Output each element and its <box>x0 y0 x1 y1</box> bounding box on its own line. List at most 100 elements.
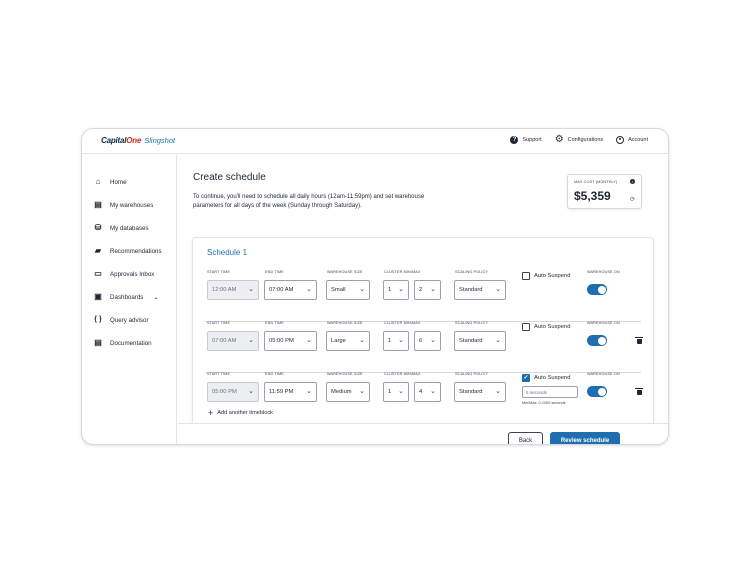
end-time-value: 11:59 PM <box>269 389 294 395</box>
brand[interactable]: CapitalOne Slingshot <box>101 136 175 145</box>
warehouse-size-value: Small <box>331 287 346 293</box>
cluster-max-select[interactable]: 6 ⌄ <box>414 331 441 351</box>
refresh-icon[interactable]: ⟳ <box>630 196 635 203</box>
scaling-policy-select[interactable]: Standard ⌄ <box>454 382 506 402</box>
end-time-label: END TIME <box>265 321 284 325</box>
chevron-down-icon: ⌄ <box>398 337 404 344</box>
sidebar-item-my-databases[interactable]: ⛁ My databases <box>94 224 149 232</box>
cluster-min-select[interactable]: 1 ⌄ <box>383 331 409 351</box>
support-link[interactable]: ? Support <box>510 136 542 144</box>
end-time-select[interactable]: 07:00 AM ⌄ <box>264 280 317 300</box>
sidebar-item-label: My databases <box>110 224 149 232</box>
chevron-down-icon: ⌄ <box>306 337 312 344</box>
end-time-label: END TIME <box>265 270 284 274</box>
chevron-down-icon: ⌄ <box>495 388 501 395</box>
warehouse-on-label: WAREHOUSE ON <box>587 270 620 274</box>
warehouse-on-toggle[interactable] <box>587 386 607 397</box>
trash-icon[interactable] <box>635 337 643 344</box>
sidebar: ⌂ Home ▤ My warehouses ⛁ My databases ▰ … <box>82 155 177 444</box>
help-icon: ? <box>510 136 519 144</box>
configurations-link[interactable]: ⚙ Configurations <box>554 134 604 145</box>
warehouse-size-label: WAREHOUSE SIZE <box>327 321 363 325</box>
scaling-policy-select[interactable]: Standard ⌄ <box>454 331 506 351</box>
warehouse-size-value: Medium <box>331 389 352 395</box>
product-name: Slingshot <box>144 136 176 145</box>
sidebar-item-recommendations[interactable]: ▰ Recommendations <box>94 247 162 255</box>
warehouse-size-label: WAREHOUSE SIZE <box>327 270 363 274</box>
start-time-select[interactable]: 12:00 AM ⌄ <box>207 280 259 300</box>
end-time-value: 05:00 PM <box>269 338 294 344</box>
sidebar-item-query-advisor[interactable]: { } Query advisor <box>94 316 149 324</box>
sidebar-item-documentation[interactable]: ▤ Documentation <box>94 339 151 347</box>
warehouse-size-select[interactable]: Large ⌄ <box>326 331 370 351</box>
capital-one-logo: CapitalOne <box>101 136 142 145</box>
schedule-card: Schedule 1 START TIME END TIME WAREHOUSE… <box>192 237 654 444</box>
warehouse-on-toggle[interactable] <box>587 335 607 346</box>
chevron-down-icon: ⌄ <box>248 388 254 395</box>
sidebar-item-label: Query advisor <box>110 316 149 324</box>
scaling-policy-select[interactable]: Standard ⌄ <box>454 280 506 300</box>
sidebar-item-my-warehouses[interactable]: ▤ My warehouses <box>94 201 153 209</box>
cluster-min-value: 1 <box>388 287 392 293</box>
max-cost-label: MAX COST (MONTHLY) <box>574 180 618 184</box>
start-time-select[interactable]: 05:00 PM ⌄ <box>207 382 259 402</box>
warehouse-size-select[interactable]: Small ⌄ <box>326 280 370 300</box>
auto-suspend-label: Auto Suspend <box>534 375 571 381</box>
chevron-down-icon: ⌄ <box>430 388 436 395</box>
review-schedule-button[interactable]: Review schedule <box>550 432 620 444</box>
end-time-select[interactable]: 11:59 PM ⌄ <box>264 382 317 402</box>
cluster-label: CLUSTER MIN/MAX <box>384 372 421 376</box>
info-icon[interactable]: i <box>630 179 635 184</box>
warehouse-on-toggle[interactable] <box>587 284 607 295</box>
start-time-select[interactable]: 07:00 AM ⌄ <box>207 331 259 351</box>
chevron-down-icon: ⌄ <box>248 286 254 293</box>
sidebar-item-approvals-inbox[interactable]: ▭ Approvals Inbox <box>94 270 154 278</box>
cluster-max-select[interactable]: 2 ⌄ <box>414 280 441 300</box>
add-timeblock-label: Add another timeblock <box>217 410 273 416</box>
page-description: To continue, you'll need to schedule all… <box>193 194 425 209</box>
scaling-policy-value: Standard <box>459 389 483 395</box>
cluster-max-select[interactable]: 4 ⌄ <box>414 382 441 402</box>
braces-icon: { } <box>94 316 102 323</box>
start-time-value: 07:00 AM <box>212 338 237 344</box>
auto-suspend-checkbox[interactable] <box>522 323 530 331</box>
configurations-label: Configurations <box>567 137 604 143</box>
top-actions: ? Support ⚙ Configurations Account <box>510 134 648 145</box>
start-time-label: START TIME <box>207 321 231 325</box>
add-timeblock-button[interactable]: + Add another timeblock <box>208 409 273 418</box>
chevron-down-icon: ⌄ <box>398 388 404 395</box>
end-time-select[interactable]: 05:00 PM ⌄ <box>264 331 317 351</box>
auto-suspend-hint: Min/Max: 0-1000 seconds <box>522 401 566 405</box>
sidebar-item-label: Approvals Inbox <box>110 270 155 278</box>
cluster-min-select[interactable]: 1 ⌄ <box>383 280 409 300</box>
back-button[interactable]: Back <box>508 432 543 444</box>
database-icon: ⛁ <box>94 223 102 232</box>
cluster-label: CLUSTER MIN/MAX <box>384 321 421 325</box>
schedule-title: Schedule 1 <box>207 248 248 257</box>
cluster-min-value: 1 <box>388 338 392 344</box>
auto-suspend-checkbox[interactable]: ✓ <box>522 374 530 382</box>
top-bar: CapitalOne Slingshot ? Support ⚙ Configu… <box>82 129 668 154</box>
chevron-down-icon: ⌄ <box>495 286 501 293</box>
warehouse-on-label: WAREHOUSE ON <box>587 372 620 376</box>
app-window: CapitalOne Slingshot ? Support ⚙ Configu… <box>81 128 669 445</box>
sidebar-item-home[interactable]: ⌂ Home <box>94 178 127 186</box>
account-label: Account <box>628 137 648 143</box>
start-time-label: START TIME <box>207 270 231 274</box>
max-cost-card: MAX COST (MONTHLY) i $5,359 ⟳ <box>567 174 642 209</box>
account-link[interactable]: Account <box>616 136 648 144</box>
sidebar-item-dashboards[interactable]: ▣ Dashboards ⌄ <box>94 293 158 301</box>
scaling-policy-value: Standard <box>459 338 483 344</box>
start-time-value: 12:00 AM <box>212 287 237 293</box>
trash-icon[interactable] <box>635 388 643 395</box>
chevron-down-icon: ⌄ <box>430 337 436 344</box>
sidebar-item-label: Dashboards <box>110 293 144 301</box>
warehouse-size-select[interactable]: Medium ⌄ <box>326 382 370 402</box>
chevron-down-icon: ⌄ <box>306 286 312 293</box>
cluster-min-value: 1 <box>388 389 392 395</box>
cluster-min-select[interactable]: 1 ⌄ <box>383 382 409 402</box>
gear-icon: ⚙ <box>554 134 564 145</box>
auto-suspend-checkbox[interactable] <box>522 272 530 280</box>
auto-suspend-seconds-input[interactable]: 5 seconds <box>522 386 578 398</box>
start-time-label: START TIME <box>207 372 231 376</box>
